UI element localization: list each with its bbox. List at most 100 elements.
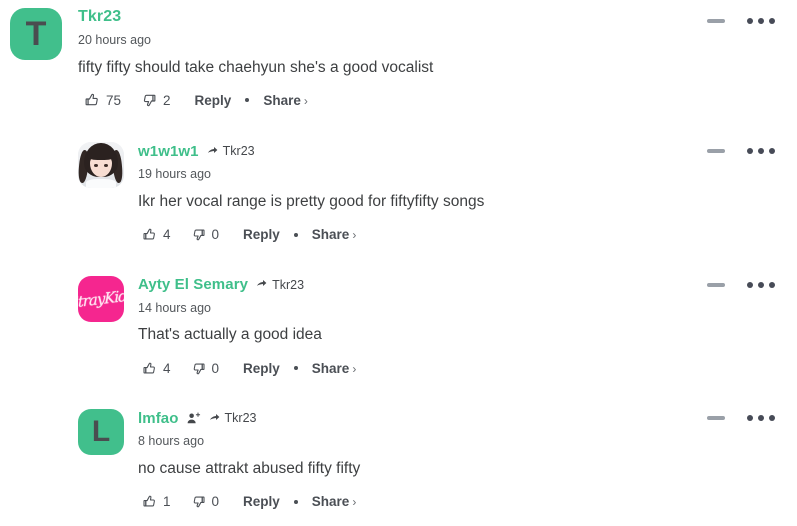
follow-user-icon[interactable]	[186, 411, 201, 426]
chevron-right-icon: ›	[352, 228, 357, 243]
comment-controls	[707, 148, 775, 155]
reply-button[interactable]: Reply	[195, 93, 232, 108]
more-options-icon[interactable]	[747, 415, 775, 422]
reply-to-indicator: Tkr23	[255, 278, 304, 291]
downvote-button[interactable]: 0	[191, 360, 220, 376]
thumbs-up-icon	[142, 227, 157, 242]
avatar-letter-tile[interactable]: T	[10, 8, 62, 60]
share-button[interactable]: Share ›	[263, 93, 308, 108]
share-label: Share	[263, 92, 301, 108]
more-options-icon[interactable]	[747, 148, 775, 155]
thumbs-up-icon	[142, 494, 157, 509]
action-separator-dot	[293, 366, 298, 371]
share-label: Share	[311, 227, 350, 243]
comment-body: lmfao Tkr23 8 hours ago no cause attrakt…	[124, 409, 797, 511]
comment-controls	[707, 281, 775, 288]
upvote-count: 1	[163, 494, 171, 510]
avatar-photo-eye-left	[93, 163, 98, 167]
comment-actions: 75 2 Reply Share ›	[78, 90, 687, 110]
action-separator-dot	[293, 499, 298, 504]
comment-controls	[707, 415, 775, 422]
upvote-button[interactable]: 1	[142, 494, 171, 509]
reply-button[interactable]: Reply	[243, 361, 280, 376]
comment-item: StrayKids Ayty El Semary Tkr23 14 hours …	[0, 270, 797, 378]
downvote-button[interactable]: 0	[191, 227, 220, 243]
comment-author[interactable]: Tkr23	[78, 9, 121, 25]
reply-to-username: Tkr23	[272, 277, 305, 292]
comment-meta: lmfao Tkr23	[138, 409, 687, 427]
upvote-button[interactable]: 75	[84, 92, 121, 108]
action-separator-dot	[245, 98, 250, 103]
comment-item: w1w1w1 Tkr23 19 hours ago Ikr her vocal …	[0, 136, 797, 244]
avatar[interactable]	[78, 142, 124, 189]
avatar-logo-tile[interactable]: StrayKids	[78, 275, 124, 322]
reply-to-indicator: Tkr23	[206, 145, 255, 158]
chevron-right-icon: ›	[352, 361, 357, 376]
thumbs-down-icon	[191, 494, 206, 509]
share-button[interactable]: Share ›	[312, 227, 357, 242]
comment-actions: 1 0 Reply Share ›	[138, 492, 687, 512]
avatar[interactable]: L	[78, 409, 124, 456]
comment-author[interactable]: w1w1w1	[138, 144, 199, 159]
minus-icon[interactable]	[707, 282, 725, 287]
comment-text: fifty fifty should take chaehyun she's a…	[78, 58, 434, 76]
more-options-icon[interactable]	[747, 281, 775, 288]
chevron-right-icon: ›	[303, 93, 308, 108]
minus-icon[interactable]	[707, 19, 725, 23]
comment-timestamp: 20 hours ago	[78, 33, 151, 47]
share-label: Share	[311, 494, 350, 510]
comment-actions: 4 0 Reply Share ›	[138, 358, 687, 378]
downvote-count: 2	[163, 92, 171, 108]
downvote-count: 0	[211, 494, 220, 510]
reply-to-username: Tkr23	[222, 144, 255, 159]
comment-text: no cause attrakt abused fifty fifty	[138, 459, 361, 477]
avatar-photo-bangs	[87, 147, 115, 160]
thumbs-down-icon	[191, 361, 206, 376]
comment-item: T Tkr23 20 hours ago fifty fifty should …	[0, 0, 797, 110]
thumbs-down-icon	[191, 227, 206, 242]
action-separator-dot	[293, 232, 298, 237]
upvote-button[interactable]: 4	[142, 361, 171, 376]
minus-icon[interactable]	[707, 149, 725, 154]
comment-actions: 4 0 Reply Share ›	[138, 225, 687, 245]
comment-meta: Ayty El Semary Tkr23	[138, 276, 687, 294]
comment-thread: T Tkr23 20 hours ago fifty fifty should …	[0, 0, 797, 512]
avatar-initial: T	[25, 15, 47, 53]
reply-button[interactable]: Reply	[243, 227, 280, 242]
comment-timestamp: 14 hours ago	[138, 300, 211, 315]
avatar[interactable]: StrayKids	[78, 275, 124, 322]
upvote-count: 75	[106, 92, 122, 108]
comment-text: That's actually a good idea	[138, 326, 322, 344]
comment-timestamp: 19 hours ago	[138, 167, 211, 182]
comment-text: Ikr her vocal range is pretty good for f…	[138, 192, 485, 210]
avatar-logo-text: StrayKids	[78, 285, 124, 312]
upvote-count: 4	[163, 360, 171, 376]
upvote-button[interactable]: 4	[142, 227, 171, 242]
reply-to-indicator: Tkr23	[208, 411, 257, 426]
comment-author[interactable]: Ayty El Semary	[138, 277, 248, 292]
more-options-icon[interactable]	[747, 18, 775, 24]
thumbs-up-icon	[84, 92, 100, 108]
avatar-initial: L	[91, 415, 111, 449]
avatar-photo-shirt	[86, 179, 116, 189]
share-button[interactable]: Share ›	[312, 494, 357, 509]
downvote-count: 0	[211, 227, 220, 243]
comment-body: Ayty El Semary Tkr23 14 hours ago That's…	[124, 276, 797, 378]
minus-icon[interactable]	[707, 416, 725, 421]
reply-button[interactable]: Reply	[243, 494, 280, 509]
chevron-right-icon: ›	[352, 495, 357, 510]
downvote-button[interactable]: 0	[191, 494, 220, 510]
reply-to-username: Tkr23	[224, 411, 257, 426]
comment-body: Tkr23 20 hours ago fifty fifty should ta…	[62, 8, 797, 110]
avatar-letter-tile[interactable]: L	[78, 409, 124, 456]
downvote-button[interactable]: 2	[141, 92, 171, 108]
comment-item: L lmfao Tkr23 8 hours ago no cause attra…	[0, 403, 797, 511]
reply-arrow-icon	[255, 278, 268, 291]
comment-author[interactable]: lmfao	[138, 411, 179, 426]
downvote-count: 0	[211, 360, 220, 376]
thumbs-up-icon	[142, 361, 157, 376]
comment-body: w1w1w1 Tkr23 19 hours ago Ikr her vocal …	[124, 142, 797, 244]
share-button[interactable]: Share ›	[312, 361, 357, 376]
avatar-photo[interactable]	[78, 142, 124, 189]
avatar[interactable]: T	[10, 8, 62, 60]
